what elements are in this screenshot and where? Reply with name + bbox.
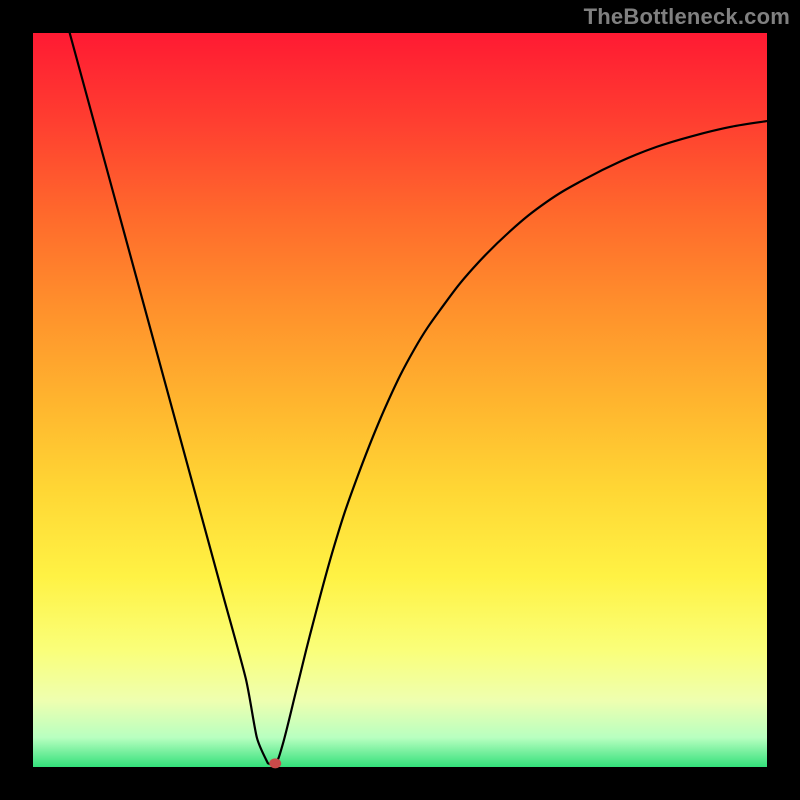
bottleneck-curve (70, 33, 767, 765)
curve-fade-right (694, 121, 767, 136)
minimum-marker-dot (269, 758, 281, 768)
plot-area (33, 33, 767, 767)
chart-svg (33, 33, 767, 767)
watermark-text: TheBottleneck.com (584, 4, 790, 30)
chart-frame: TheBottleneck.com (0, 0, 800, 800)
